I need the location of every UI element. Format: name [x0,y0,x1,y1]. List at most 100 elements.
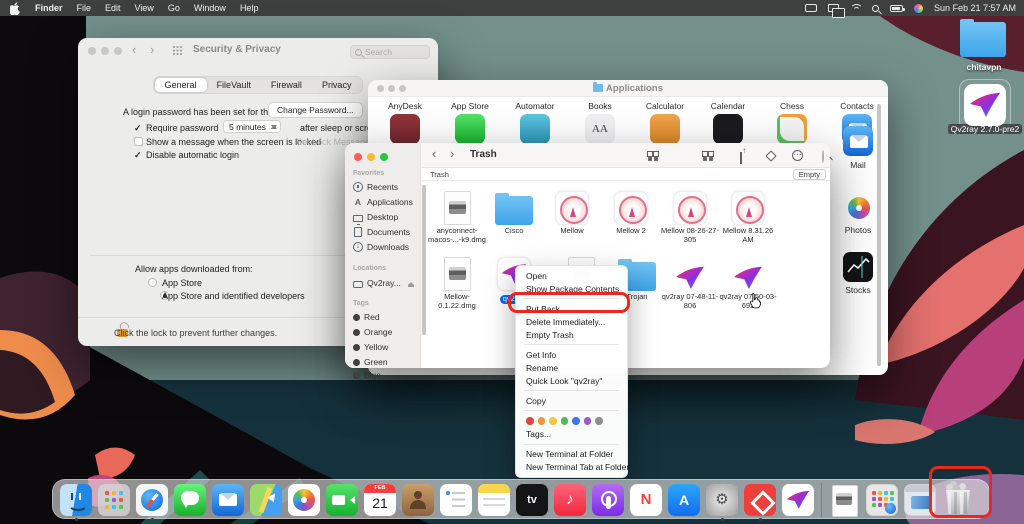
dock-system-preferences-icon[interactable]: ⚙ [706,484,738,516]
tag-yellow[interactable] [549,417,557,425]
dock-anydesk-icon[interactable] [744,484,776,516]
dock-contacts-icon[interactable] [402,484,434,516]
automator-app-icon[interactable] [520,114,550,144]
app-label[interactable]: Books [570,101,630,111]
dock-tv-icon[interactable]: tv [516,484,548,516]
sidebar-scrollbar[interactable] [422,185,426,335]
menu-item-open[interactable]: Open [516,269,627,282]
dock-messages-icon[interactable] [174,484,206,516]
empty-trash-button[interactable]: Empty [793,169,826,180]
require-password-interval-select[interactable]: 5 minutes [223,120,281,133]
menu-item-quick-look[interactable]: Quick Look "qv2ray" [516,374,627,387]
sidebar-item-downloads[interactable]: ↓Downloads [353,242,409,252]
forward-button[interactable]: › [150,45,154,55]
close-button[interactable] [88,47,96,55]
zoom-button[interactable] [380,153,388,161]
eject-icon[interactable] [407,279,415,287]
chess-app-icon[interactable] [777,114,807,144]
file-cisco-folder[interactable]: Cisco [485,185,543,236]
back-button[interactable]: ‹ [432,149,436,159]
dictionary-app-icon[interactable] [390,114,420,144]
minimize-button[interactable] [367,153,375,161]
spotlight-icon[interactable] [872,5,879,12]
file-qv2ray-0748[interactable]: qv2ray 07-48-11-806 [661,251,719,310]
battery-icon[interactable] [890,5,903,12]
tab-filevault[interactable]: FileVault [207,78,261,92]
menu-bar-clock[interactable]: Sun Feb 21 7:57 AM [934,3,1016,13]
show-message-checkbox[interactable] [134,137,143,146]
menu-window[interactable]: Window [194,3,226,13]
dock-launchpad-icon[interactable] [98,484,130,516]
menu-item-empty-trash[interactable]: Empty Trash [516,328,627,341]
sidebar-item-documents[interactable]: Documents [353,227,410,237]
sidebar-item-desktop[interactable]: Desktop [353,212,398,222]
tag-purple[interactable] [584,417,592,425]
tag-blue[interactable] [572,417,580,425]
dock-maps-icon[interactable] [250,484,282,516]
tab-firewall[interactable]: Firewall [261,78,312,92]
disable-auto-login-checkbox[interactable]: ✓ [134,150,142,161]
file-mellow[interactable]: Mellow [543,185,601,236]
zoom-button[interactable] [114,47,122,55]
calculator-app-icon[interactable] [650,114,680,144]
mail-app-icon[interactable] [843,126,873,156]
search-input[interactable]: Search [350,45,430,59]
close-button[interactable] [354,153,362,161]
menu-item-get-info[interactable]: Get Info [516,348,627,361]
tag-gray[interactable] [595,417,603,425]
app-label[interactable]: Chess [762,101,822,111]
dock-app-store-icon[interactable]: A [668,484,700,516]
search-icon[interactable] [822,150,824,163]
tags-icon[interactable] [765,150,776,161]
font-book-app-icon[interactable]: AA [585,114,615,144]
menu-finder[interactable]: Finder [35,3,63,13]
back-button[interactable]: ‹ [132,45,136,55]
menu-go[interactable]: Go [168,3,180,13]
menu-item-delete-immediately[interactable]: Delete Immediately... [516,315,627,328]
change-password-button[interactable]: Change Password... [268,102,363,118]
dock-reminders-icon[interactable] [440,484,472,516]
sidebar-tag-red[interactable]: Red [353,312,380,322]
menu-help[interactable]: Help [240,3,259,13]
calendar-app-icon[interactable] [713,114,743,144]
dock-music-icon[interactable]: ♪ [554,484,586,516]
menu-edit[interactable]: Edit [105,3,121,13]
app-label[interactable]: AnyDesk [375,101,435,111]
menu-item-new-terminal-tab[interactable]: New Terminal Tab at Folder [516,461,627,474]
file-mellow-2[interactable]: Mellow 2 [602,185,660,236]
dock-finder-icon[interactable] [60,484,92,516]
scrollbar[interactable] [877,104,881,366]
dock-facetime-icon[interactable] [326,484,358,516]
stocks-app-icon[interactable] [843,252,873,282]
input-source-icon[interactable] [805,4,817,12]
dock-qv2ray-icon[interactable] [782,484,814,516]
wifi-icon[interactable] [850,4,861,13]
dock-calendar-icon[interactable]: FEB 21 [364,484,396,516]
menu-view[interactable]: View [135,3,154,13]
app-label[interactable]: Automator [505,101,565,111]
app-label[interactable]: Calculator [635,101,695,111]
photos-app-icon[interactable] [843,192,873,222]
dock-photos-icon[interactable] [288,484,320,516]
tab-general[interactable]: General [155,78,207,92]
dock-minimized-launchpad-icon[interactable] [866,484,898,516]
dock-notes-icon[interactable] [478,484,510,516]
sidebar-item-applications[interactable]: AApplications [353,197,413,207]
tab-privacy[interactable]: Privacy [312,78,362,92]
share-icon[interactable] [740,152,742,164]
control-center-icon[interactable] [914,4,923,13]
sidebar-item-qv2ray-volume[interactable]: Qv2ray... [353,278,415,288]
sidebar-tag-blue[interactable]: Blue [353,370,381,380]
app-label[interactable]: App Store [440,101,500,111]
menu-item-rename[interactable]: Rename [516,361,627,374]
menu-item-new-terminal[interactable]: New Terminal at Folder [516,448,627,461]
menu-item-tags[interactable]: Tags... [516,428,627,441]
sidebar-tag-yellow[interactable]: Yellow [353,342,388,352]
file-mellow-08-26[interactable]: Mellow 08-26-27-305 [661,185,719,244]
file-mellow-dmg[interactable]: Mellow-0.1.22.dmg [428,251,486,310]
sidebar-tag-green[interactable]: Green [353,357,388,367]
screen-mirroring-icon[interactable] [828,4,839,12]
desktop-icon-chitavpn[interactable] [960,22,1006,57]
dock-safari-icon[interactable] [136,484,168,516]
desktop-icon-qv2ray[interactable] [964,84,1006,126]
